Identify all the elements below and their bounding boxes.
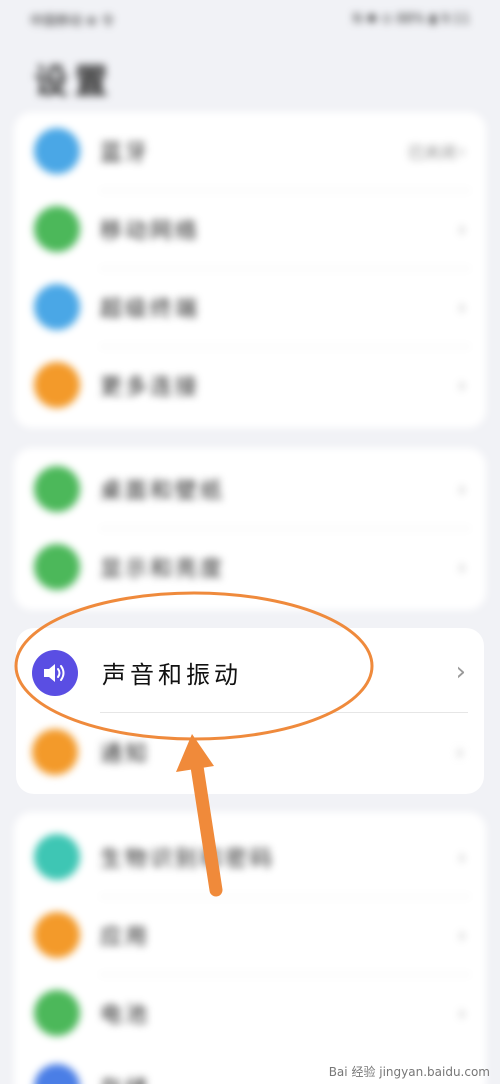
chevron-right-icon: › (458, 477, 466, 501)
item-label: 蓝牙 (100, 141, 151, 166)
settings-group-display: 桌面和壁纸 › 显示和亮度 › (14, 448, 486, 610)
status-left: 中国移动 ⊕ 令 (30, 13, 115, 29)
page-title: 设置 (34, 62, 114, 102)
item-label: 桌面和壁纸 (100, 479, 226, 504)
watermark: Bai 经验 jingyan.baidu.com (328, 1065, 490, 1079)
item-label: 显示和亮度 (100, 557, 226, 582)
chevron-right-icon: › (455, 657, 466, 687)
apps-icon (34, 912, 80, 958)
status-bar: 中国移动 ⊕ 令 N ✱ ⊙ 88% ▮ 9:11 (30, 6, 470, 32)
item-label: 通知 (100, 742, 151, 767)
notification-icon (32, 729, 78, 775)
item-label: 存储 (100, 1071, 150, 1084)
bluetooth-icon (34, 128, 80, 174)
settings-item-wallpaper[interactable]: 桌面和壁纸 › (14, 450, 486, 528)
battery-icon (34, 990, 80, 1036)
settings-group-sound: 声音和振动 › 通知 › (16, 628, 484, 794)
settings-item-biometrics[interactable]: 生物识别和密码 › (14, 818, 486, 896)
mobile-network-icon (34, 206, 80, 252)
settings-item-mobile-network[interactable]: 移动网络 › (14, 190, 486, 268)
chevron-right-icon: › (458, 373, 466, 397)
settings-item-notifications[interactable]: 通知 › (16, 712, 484, 792)
speaker-icon (32, 650, 78, 696)
chevron-right-icon: › (456, 740, 464, 764)
chevron-right-icon: › (458, 295, 466, 319)
chevron-right-icon: › (458, 217, 466, 241)
biometric-icon (34, 834, 80, 880)
status-right: N ✱ ⊙ 88% ▮ 9:11 (352, 11, 470, 27)
item-label: 更多连接 (100, 375, 201, 400)
item-label: 移动网络 (100, 219, 201, 244)
item-label: 超级终端 (100, 297, 201, 322)
item-label: 电池 (100, 1003, 151, 1028)
settings-item-display[interactable]: 显示和亮度 › (14, 528, 486, 606)
item-value: 已关闭 (407, 143, 456, 162)
settings-item-battery[interactable]: 电池 › (14, 974, 486, 1052)
chevron-right-icon: › (458, 1001, 466, 1025)
wallpaper-icon (34, 466, 80, 512)
display-icon (34, 544, 80, 590)
settings-item-apps[interactable]: 应用 › (14, 896, 486, 974)
item-label: 声音和振动 (102, 660, 242, 689)
settings-item-more-connections[interactable]: 更多连接 › (14, 346, 486, 424)
storage-icon (34, 1064, 80, 1084)
item-label: 生物识别和密码 (100, 847, 276, 872)
chevron-right-icon: › (458, 923, 466, 947)
chevron-right-icon: › (458, 139, 466, 163)
super-device-icon (34, 284, 80, 330)
chevron-right-icon: › (458, 555, 466, 579)
chevron-right-icon: › (458, 845, 466, 869)
settings-group-system: 生物识别和密码 › 应用 › 电池 › 存储 (14, 812, 486, 1084)
more-connections-icon (34, 362, 80, 408)
settings-item-bluetooth[interactable]: 蓝牙 已关闭 › (14, 112, 486, 190)
settings-item-super-device[interactable]: 超级终端 › (14, 268, 486, 346)
item-label: 应用 (100, 925, 151, 950)
settings-group-connectivity: 蓝牙 已关闭 › 移动网络 › 超级终端 › 更多连接 › (14, 112, 486, 428)
settings-item-sound-vibration[interactable]: 声音和振动 › (16, 630, 484, 714)
